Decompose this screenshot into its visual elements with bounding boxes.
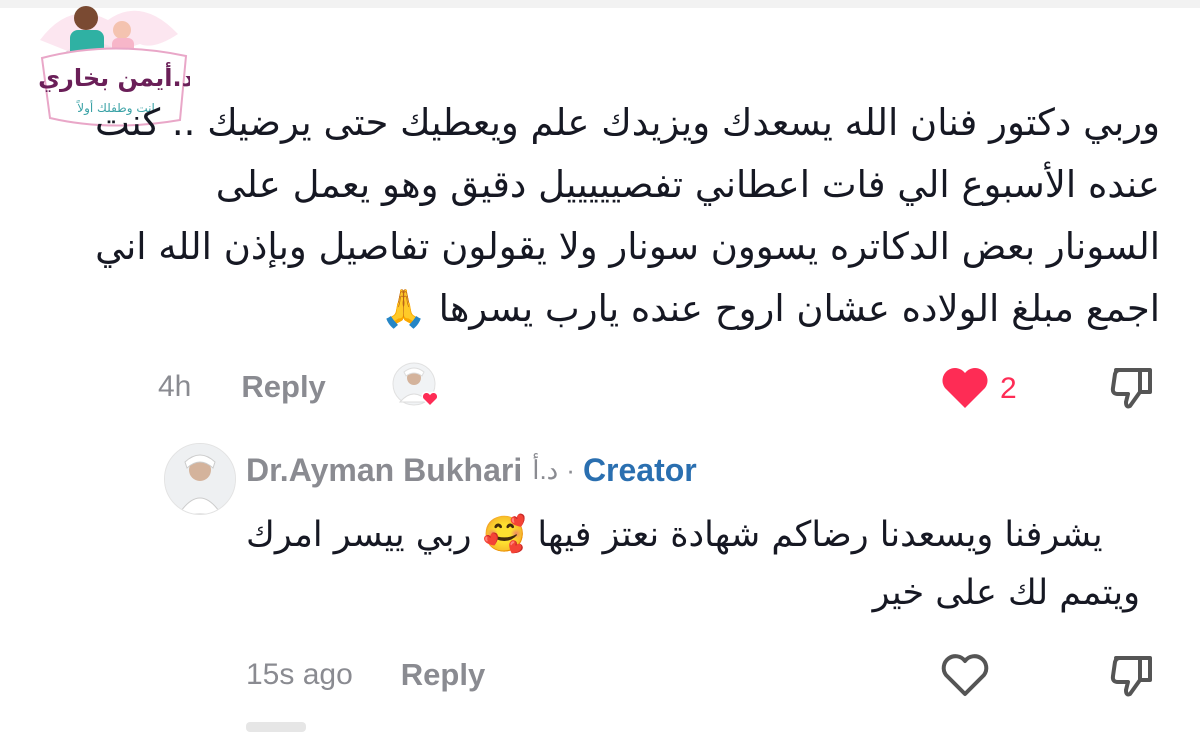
- comment-reply-button[interactable]: Reply: [241, 369, 325, 405]
- separator-dot: ·: [566, 454, 575, 485]
- reply-line: ويتمم لك على خير: [872, 573, 1140, 613]
- reply-reply-button[interactable]: Reply: [401, 657, 485, 693]
- reply-line: يشرفنا ويسعدنا رضاكم شهادة نعتز فيها 🥰 ر…: [246, 515, 1103, 555]
- like-count: 2: [1000, 372, 1017, 405]
- comment-meta-row: 4h Reply: [158, 362, 326, 412]
- like-group[interactable]: 2: [940, 364, 1017, 414]
- heart-outline-icon[interactable]: [940, 652, 990, 702]
- comment-body: وربي دكتور فنان الله يسعدك ويزيدك علم وي…: [95, 92, 1160, 340]
- comment-line: وربي دكتور فنان الله يسعدك ويزيدك علم وي…: [95, 101, 1160, 144]
- heart-filled-icon[interactable]: [940, 364, 990, 414]
- reply-author-avatar[interactable]: [164, 443, 236, 515]
- dislike-icon[interactable]: [1108, 652, 1156, 700]
- reply-time: 15s ago: [246, 658, 353, 691]
- comment-line: اجمع مبلغ الولاده عشان اروح عنده يارب يس…: [380, 287, 1160, 330]
- reply-author-name[interactable]: Dr.Ayman Bukhari: [246, 452, 522, 489]
- reply-header: Dr.Ayman Bukhari د.أ · Creator: [246, 448, 697, 492]
- reply-body: يشرفنا ويسعدنا رضاكم شهادة نعتز فيها 🥰 ر…: [240, 506, 1140, 622]
- reply-meta-row: 15s ago Reply: [246, 650, 485, 700]
- liked-by-creator-badge: [392, 362, 442, 412]
- reply-author-alt: د.أ: [532, 454, 559, 485]
- comment-line: عنده الأسبوع الي فات اعطاني تفصيييييل دق…: [215, 163, 1160, 206]
- comment-time: 4h: [158, 370, 192, 403]
- next-item-cutoff: [246, 722, 306, 732]
- heart-badge-icon: [421, 391, 439, 408]
- dislike-icon[interactable]: [1108, 364, 1156, 412]
- creator-badge: Creator: [582, 451, 697, 488]
- comment-line: السونار بعض الدكاتره يسوون سونار ولا يقو…: [95, 225, 1160, 268]
- logo-name-text: د.أيمن بخاري: [38, 62, 190, 92]
